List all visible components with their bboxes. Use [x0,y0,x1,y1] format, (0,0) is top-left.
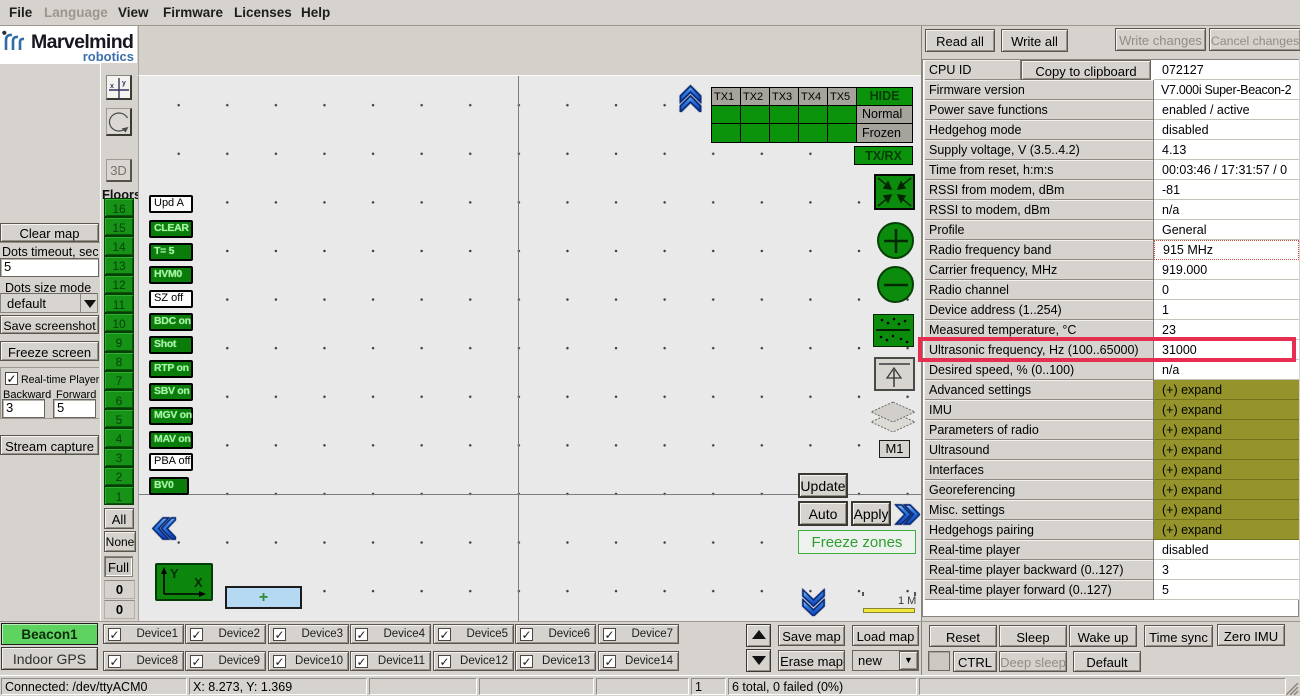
svg-text:Y: Y [170,566,179,581]
svg-text:X: X [194,575,203,590]
svg-text:x: x [110,83,114,90]
svg-text:y: y [122,80,126,87]
